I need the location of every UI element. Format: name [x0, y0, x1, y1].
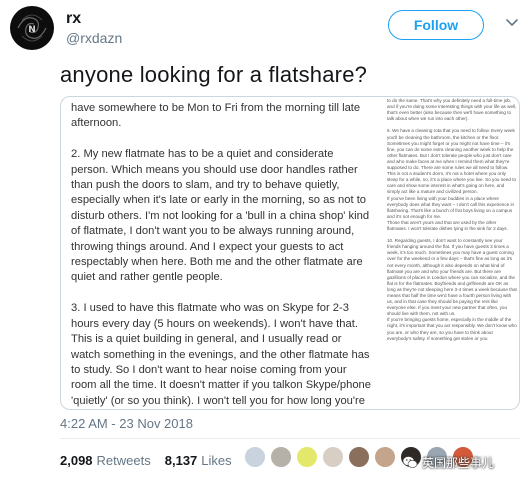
liker-avatar-2[interactable] [270, 446, 292, 468]
tweet-stats: 2,098 Retweets 8,137 Likes [60, 448, 246, 472]
tweet-header: N rx @rxdazn Follow [0, 0, 532, 56]
user-handle[interactable]: @rxdazn [66, 30, 122, 46]
wechat-icon [402, 454, 418, 470]
liker-avatar-6[interactable] [374, 446, 396, 468]
svg-text:N: N [28, 25, 36, 35]
follow-button[interactable]: Follow [388, 10, 484, 40]
avatar-swirl-icon: N [11, 7, 53, 49]
divider [60, 438, 520, 439]
liker-avatar-4[interactable] [322, 446, 344, 468]
watermark-text: 英国那些事儿 [422, 455, 495, 470]
liker-avatar-5[interactable] [348, 446, 370, 468]
liker-avatar-3[interactable] [296, 446, 318, 468]
chevron-down-icon[interactable] [504, 14, 520, 30]
tweet-photo[interactable]: have somewhere to be Mon to Fri from the… [60, 96, 520, 410]
likes-count[interactable]: 8,137 [165, 453, 198, 468]
tweet-text: anyone looking for a flatshare? [60, 62, 368, 87]
watermark: 英国那些事儿 [402, 452, 494, 472]
avatar[interactable]: N [10, 6, 54, 50]
likes-label[interactable]: Likes [201, 453, 231, 468]
photo-text-right: to do the same. That's why you definitel… [387, 98, 517, 341]
user-name[interactable]: rx [66, 10, 81, 28]
retweets-count[interactable]: 2,098 [60, 453, 93, 468]
tweet-timestamp[interactable]: 4:22 AM - 23 Nov 2018 [60, 416, 193, 431]
photo-text-left: have somewhere to be Mon to Fri from the… [71, 102, 372, 407]
retweets-label[interactable]: Retweets [97, 453, 151, 468]
liker-avatar-1[interactable] [244, 446, 266, 468]
